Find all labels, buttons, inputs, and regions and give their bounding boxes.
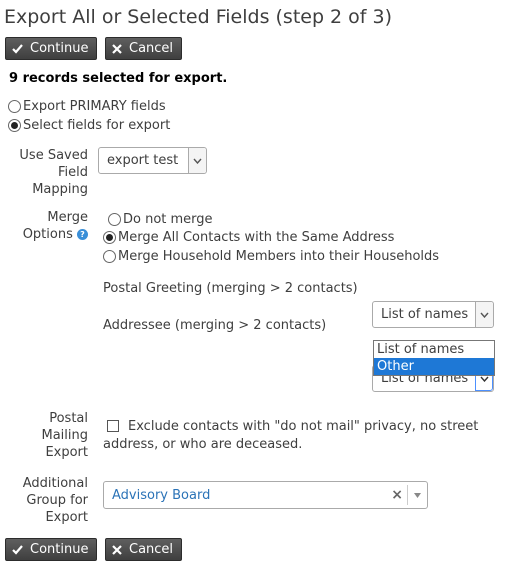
exclude-text-line2: address, or who are deceased.	[103, 437, 303, 452]
radio-circle[interactable]	[103, 231, 116, 244]
radio-circle[interactable]	[8, 119, 21, 132]
check-icon	[12, 43, 23, 54]
radio-circle[interactable]	[103, 250, 116, 263]
check-icon	[12, 544, 23, 555]
radio-label: Merge All Contacts with the Same Address	[118, 230, 395, 245]
cancel-button-top[interactable]: Cancel	[105, 37, 183, 60]
radio-export-primary[interactable]: Export PRIMARY fields	[8, 99, 166, 114]
radio-label: Do not merge	[123, 212, 213, 227]
radio-label: Select fields for export	[23, 118, 171, 133]
close-icon	[112, 544, 122, 555]
continue-label: Continue	[30, 542, 89, 557]
additional-group-label: Additional Group for Export	[22, 476, 88, 525]
radio-do-not-merge[interactable]: Do not merge	[108, 212, 213, 227]
additional-group-select[interactable]: Advisory Board ×	[103, 481, 428, 509]
cancel-label: Cancel	[129, 41, 174, 56]
close-icon	[112, 43, 122, 54]
chevron-down-icon[interactable]	[188, 148, 206, 173]
page-title: Export All or Selected Fields (step 2 of…	[4, 6, 393, 28]
postal-greeting-select[interactable]: List of names	[372, 301, 494, 328]
postal-mailing-label: Postal Mailing Export	[41, 411, 88, 460]
caret-down-icon[interactable]	[407, 485, 427, 505]
exclude-text-line1: Exclude contacts with "do not mail" priv…	[128, 419, 479, 434]
chevron-down-icon[interactable]	[475, 302, 493, 327]
dropdown-option[interactable]: List of names	[374, 341, 494, 358]
saved-mapping-select[interactable]: export test	[98, 147, 207, 174]
radio-circle[interactable]	[8, 100, 21, 113]
radio-label: Merge Household Members into their House…	[118, 249, 440, 264]
cancel-button-bottom[interactable]: Cancel	[105, 538, 183, 561]
postal-greeting-label: Postal Greeting (merging > 2 contacts)	[103, 281, 358, 296]
radio-circle[interactable]	[108, 213, 121, 226]
radio-merge-same-address[interactable]: Merge All Contacts with the Same Address	[103, 230, 394, 245]
dropdown-option-highlighted[interactable]: Other	[374, 358, 494, 375]
addressee-label: Addressee (merging > 2 contacts)	[103, 318, 327, 333]
continue-button-bottom[interactable]: Continue	[5, 538, 98, 561]
exclude-checkbox[interactable]	[107, 420, 119, 432]
cancel-label: Cancel	[129, 542, 174, 557]
continue-label: Continue	[30, 41, 89, 56]
continue-button-top[interactable]: Continue	[5, 37, 98, 60]
radio-select-fields[interactable]: Select fields for export	[8, 118, 170, 133]
merge-options-label: Merge Options ?	[22, 210, 88, 242]
records-status: 9 records selected for export.	[9, 71, 228, 86]
radio-merge-households[interactable]: Merge Household Members into their House…	[103, 249, 439, 264]
saved-mapping-label: Use Saved Field Mapping	[19, 148, 88, 197]
clear-icon[interactable]: ×	[391, 487, 403, 503]
radio-label: Export PRIMARY fields	[23, 99, 166, 114]
help-icon[interactable]: ?	[77, 229, 88, 240]
addressee-dropdown[interactable]: List of names Other	[373, 340, 495, 376]
